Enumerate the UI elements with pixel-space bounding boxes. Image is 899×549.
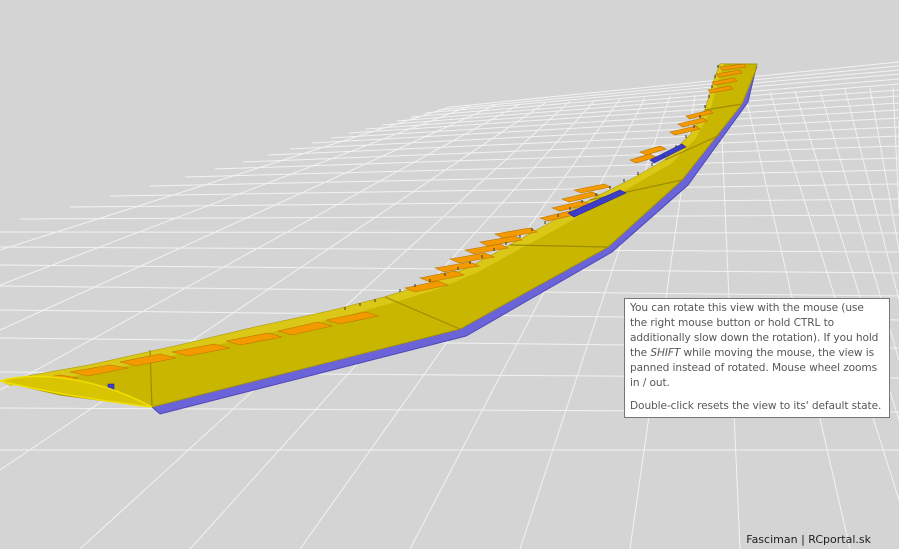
3d-viewport[interactable]: You can rotate this view with the mouse … [0, 0, 899, 549]
tooltip-shift-key: SHIFT [650, 347, 681, 359]
tooltip-paragraph-reset: Double-click resets the view to its' def… [630, 400, 882, 412]
help-tooltip: You can rotate this view with the mouse … [624, 298, 890, 418]
tooltip-paragraph-rotate: You can rotate this view with the mouse … [630, 301, 884, 391]
wing-3d-view [0, 61, 899, 549]
credit-watermark: Fasciman | RCportal.sk [746, 533, 871, 546]
